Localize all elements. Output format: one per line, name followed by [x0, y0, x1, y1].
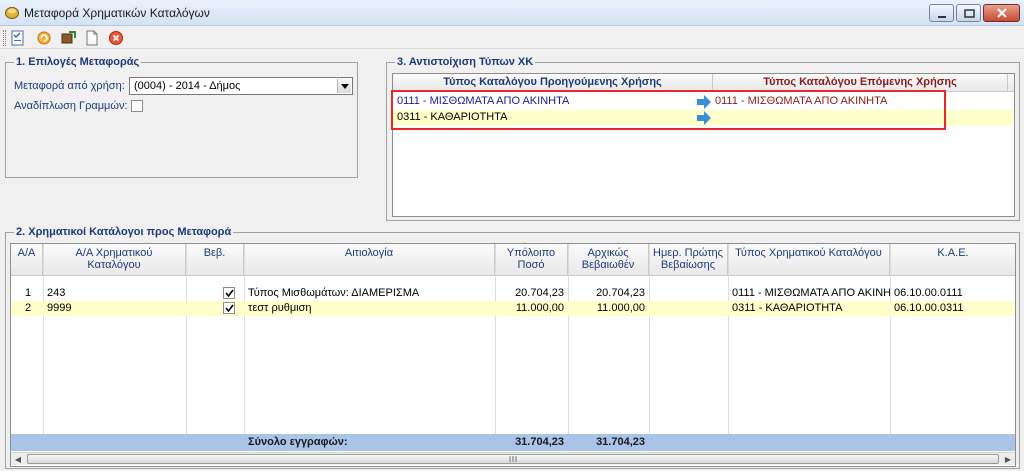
year-label: Μεταφορά από χρήση:: [14, 80, 125, 92]
transfer-icon[interactable]: [60, 30, 76, 46]
maximize-icon: [964, 9, 975, 18]
scroll-thumb[interactable]: [27, 454, 999, 464]
totals-bar: Σύνολο εγγραφών: 31.704,23 31.704,23: [11, 434, 1015, 451]
header-first-date[interactable]: Ημερ. Πρώτης Βεβαίωσης: [649, 244, 728, 276]
cell-reason: Τύπος Μισθωμάτων: ΔΙΑΜΕΡΙΣΜΑ: [248, 287, 420, 299]
minimize-button[interactable]: [929, 4, 954, 22]
cell-kae: 06.10.00.0311: [894, 302, 964, 314]
totals-initial: 31.704,23: [596, 436, 645, 448]
app-icon: [5, 7, 19, 19]
cell-aa-catalog: 9999: [47, 302, 72, 314]
cell-initial: 20.704,23: [596, 287, 645, 299]
toolbar-grip: [3, 30, 6, 46]
cell-initial: 11.000,00: [596, 302, 645, 314]
chevron-down-icon[interactable]: [337, 79, 351, 93]
cell-balance: 20.704,23: [515, 287, 564, 299]
options-group-title: 1. Επιλογές Μεταφοράς: [14, 56, 142, 68]
cell-balance: 11.000,00: [515, 302, 564, 314]
checklist-icon[interactable]: [10, 30, 26, 46]
cell-aa-catalog: 243: [47, 287, 66, 299]
year-select[interactable]: (0004) - 2014 - Δήμος: [129, 77, 353, 95]
options-group: 1. Επιλογές Μεταφοράς Μεταφορά από χρήση…: [5, 56, 358, 178]
table-row[interactable]: 2 9999 τεστ ρυθμιση 11.000,00 11.000,00 …: [11, 301, 1015, 316]
header-initial[interactable]: Αρχικώς Βεβαιωθέν: [568, 244, 649, 276]
catalogs-group-title: 2. Χρηματικοί Κατάλογοι προς Μεταφορά: [14, 226, 234, 238]
highlight-box: [391, 90, 946, 130]
toolbar: [0, 27, 1024, 49]
cell-kae: 06.10.00.0111: [894, 287, 963, 299]
refresh-icon[interactable]: [36, 30, 52, 46]
cell-aa: 1: [25, 287, 32, 299]
cell-type: 0111 - ΜΙΣΘΩΜΑΤΑ ΑΠΟ ΑΚΙΝΗΤΑ: [732, 287, 890, 299]
close-icon: [997, 8, 1007, 18]
cancel-icon[interactable]: [108, 30, 124, 46]
wrap-lines-label: Αναδίπλωση Γραμμών:: [14, 100, 128, 112]
horizontal-scrollbar[interactable]: ◀ ▶: [11, 452, 1015, 465]
cell-aa: 2: [25, 302, 32, 314]
header-type[interactable]: Τύπος Χρηματικού Καταλόγου: [728, 244, 890, 276]
header-balance[interactable]: Υπόλοιπο Ποσό: [495, 244, 568, 276]
year-select-value: (0004) - 2014 - Δήμος: [134, 80, 241, 92]
catalogs-grid: Α/Α Α/Α Χρηματικού Καταλόγου Βεβ. Αιτιολ…: [10, 243, 1016, 467]
wrap-lines-checkbox[interactable]: [131, 100, 143, 112]
header-veb[interactable]: Βεβ.: [186, 244, 244, 276]
veb-checkbox[interactable]: [223, 287, 235, 299]
veb-checkbox[interactable]: [223, 302, 235, 314]
document-icon[interactable]: [84, 30, 100, 46]
grip-icon: [509, 456, 517, 462]
check-icon: [225, 304, 234, 313]
header-aa[interactable]: Α/Α: [11, 244, 43, 276]
scroll-right-icon[interactable]: ▶: [1002, 454, 1014, 465]
maximize-button[interactable]: [956, 4, 981, 22]
mapping-group-title: 3. Αντιστοίχιση Τύπων ΧΚ: [395, 56, 536, 68]
totals-label: Σύνολο εγγραφών:: [248, 436, 348, 448]
check-icon: [225, 289, 234, 298]
header-reason[interactable]: Αιτιολογία: [244, 244, 495, 276]
cell-type: 0311 - ΚΑΘΑΡΙΟΤΗΤΑ: [732, 302, 843, 314]
title-bar: Μεταφορά Χρηματικών Καταλόγων: [0, 0, 1024, 26]
minimize-icon: [938, 16, 946, 18]
table-row[interactable]: 1 243 Τύπος Μισθωμάτων: ΔΙΑΜΕΡΙΣΜΑ 20.70…: [11, 286, 1015, 301]
mapping-group: 3. Αντιστοίχιση Τύπων ΧΚ Τύπος Καταλόγου…: [386, 56, 1020, 221]
catalogs-group: 2. Χρηματικοί Κατάλογοι προς Μεταφορά Α/…: [5, 226, 1020, 469]
header-aa-catalog[interactable]: Α/Α Χρηματικού Καταλόγου: [43, 244, 186, 276]
header-kae[interactable]: Κ.Α.Ε.: [890, 244, 1015, 276]
totals-balance: 31.704,23: [515, 436, 564, 448]
scroll-left-icon[interactable]: ◀: [12, 454, 24, 465]
mapping-header-filler: [1008, 74, 1014, 92]
cell-reason: τεστ ρυθμιση: [248, 302, 312, 314]
close-button[interactable]: [983, 4, 1020, 22]
window-title: Μεταφορά Χρηματικών Καταλόγων: [24, 6, 210, 20]
